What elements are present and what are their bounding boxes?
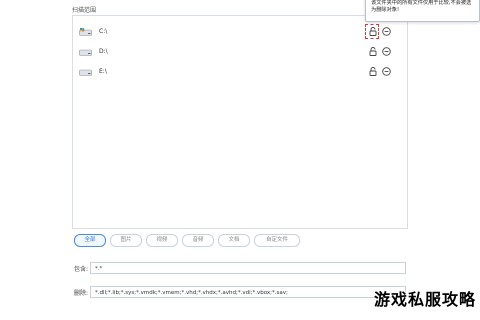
filter-audio[interactable]: 音频 (182, 234, 214, 247)
site-watermark: 游戏私服攻略 (374, 290, 477, 309)
include-label: 包含: (74, 266, 89, 273)
lock-icon[interactable] (369, 67, 377, 76)
windows-drive-icon (79, 28, 92, 36)
lock-icon[interactable] (369, 47, 377, 56)
drive-icon (79, 49, 92, 56)
drive-row-e[interactable]: E:\ (73, 64, 407, 80)
drive-row-c[interactable]: C:\ (73, 24, 407, 40)
filter-all[interactable]: 全部 (74, 234, 106, 247)
drive-list-panel: C:\ D:\ E:\ (72, 15, 408, 229)
drive-label-c: C:\ (99, 28, 108, 35)
exclude-input[interactable]: *.dll;*.lib;*.sys;*.vmdk;*.vmem;*.vhd;*.… (90, 286, 406, 298)
drive-row-d[interactable]: D:\ (73, 44, 407, 60)
remove-circle-icon[interactable] (382, 67, 391, 76)
section-title: 扫描范围 (72, 7, 97, 14)
filter-images[interactable]: 图片 (110, 234, 142, 247)
filter-videos[interactable]: 视频 (146, 234, 178, 247)
remove-circle-icon[interactable] (382, 47, 391, 56)
remove-circle-icon[interactable] (382, 27, 391, 36)
lock-highlight-box (365, 24, 379, 39)
include-input[interactable]: *.* (90, 262, 406, 274)
filter-documents[interactable]: 文档 (218, 234, 250, 247)
drive-icon (79, 69, 92, 76)
tooltip-text: 该文件夹中的所有文件仅用于比较,不会被选为删除对象! (371, 0, 472, 13)
lock-tooltip: 该文件夹中的所有文件仅用于比较,不会被选为删除对象! (365, 0, 480, 22)
exclude-label: 删除: (74, 290, 89, 297)
filter-custom-files[interactable]: 自定文件 (254, 234, 300, 247)
drive-label-d: D:\ (99, 48, 108, 55)
drive-label-e: E:\ (99, 68, 107, 75)
